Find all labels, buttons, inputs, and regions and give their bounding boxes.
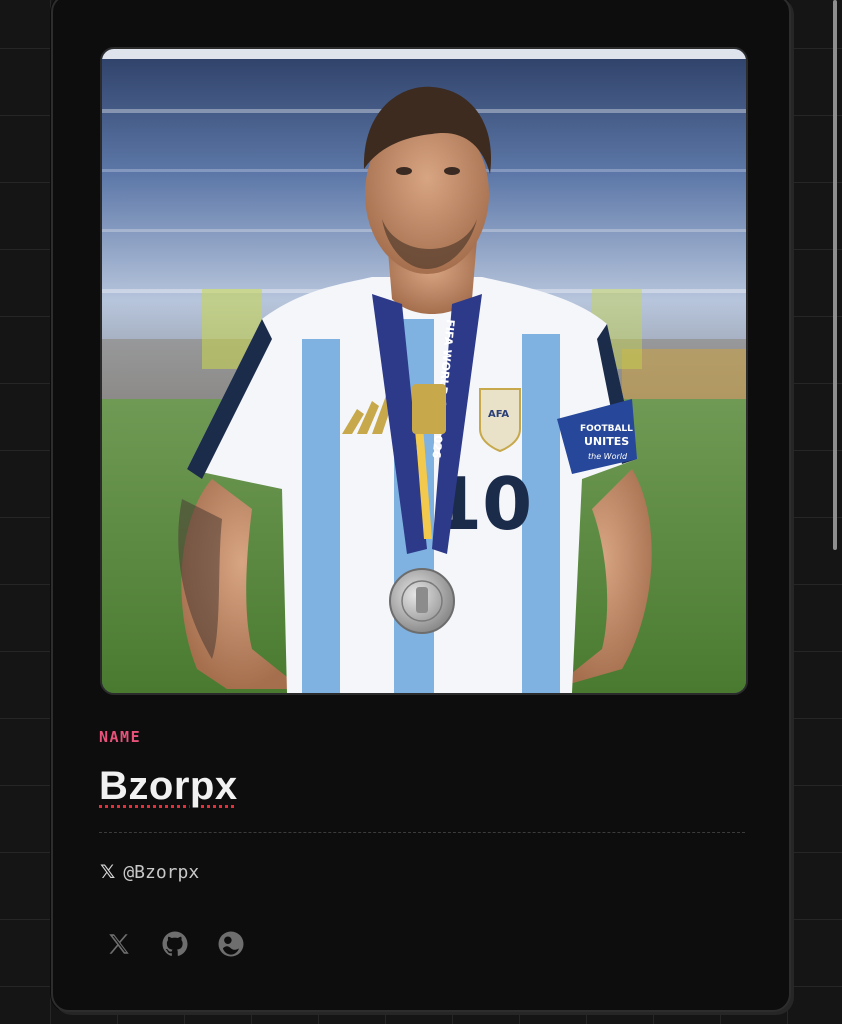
- x-social-link[interactable]: [103, 928, 135, 960]
- profile-circle-icon: [218, 931, 244, 957]
- name-label: NAME: [99, 728, 142, 746]
- social-handle[interactable]: 𝕏 @Bzorpx: [100, 862, 199, 883]
- x-logo-icon: [109, 934, 129, 954]
- social-links: [103, 928, 247, 960]
- armband-text-2: UNITES: [584, 435, 629, 448]
- scrollbar-thumb[interactable]: [833, 0, 837, 550]
- profile-name: Bzorpx: [99, 764, 238, 808]
- github-icon: [162, 931, 188, 956]
- handle-text: @Bzorpx: [123, 862, 200, 883]
- crest-text: AFA: [488, 409, 509, 420]
- x-logo-icon: 𝕏: [100, 861, 116, 883]
- divider: [99, 832, 745, 833]
- profile-photo: FOOTBALL UNITES the World AFA 10 FIFA WO…: [100, 47, 748, 695]
- profile-social-link[interactable]: [215, 928, 247, 960]
- armband-text: FOOTBALL: [580, 424, 633, 434]
- profile-card: FOOTBALL UNITES the World AFA 10 FIFA WO…: [51, 0, 791, 1012]
- armband-text-3: the World: [588, 452, 628, 461]
- github-social-link[interactable]: [159, 928, 191, 960]
- scrollbar[interactable]: [828, 0, 842, 1024]
